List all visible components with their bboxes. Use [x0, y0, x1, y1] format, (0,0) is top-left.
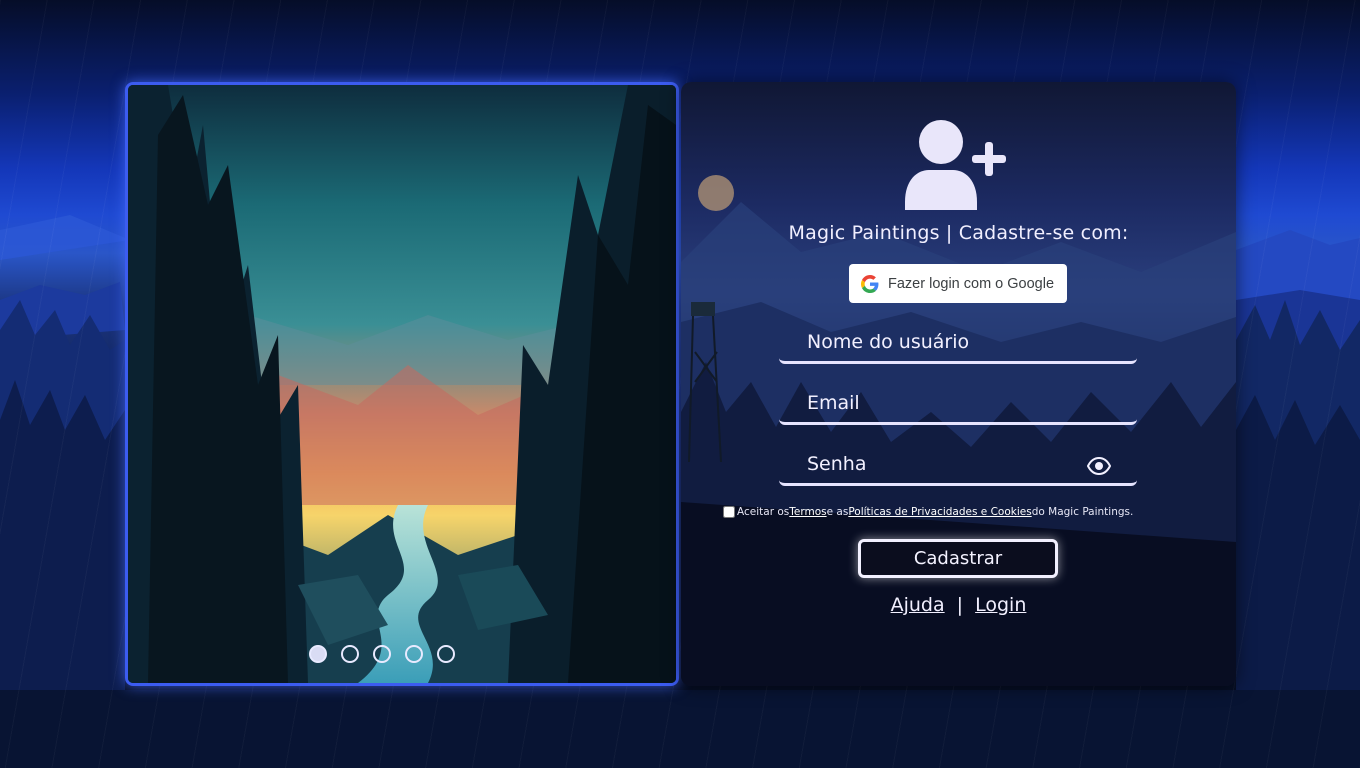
- privacy-link[interactable]: Políticas de Privacidades e Cookies: [848, 506, 1031, 518]
- slide-dot-1[interactable]: [309, 645, 327, 663]
- login-link[interactable]: Login: [975, 594, 1026, 616]
- email-field-wrapper: [779, 383, 1137, 425]
- help-link[interactable]: Ajuda: [891, 594, 945, 616]
- slide-dot-5[interactable]: [437, 645, 455, 663]
- password-input[interactable]: [779, 444, 1137, 483]
- username-input[interactable]: [779, 322, 1137, 361]
- eye-icon[interactable]: [1087, 454, 1111, 478]
- google-login-label: Fazer login com o Google: [888, 275, 1055, 292]
- terms-link[interactable]: Termos: [789, 506, 826, 518]
- slideshow-panel: [125, 82, 679, 686]
- footer-links: Ajuda | Login: [681, 594, 1236, 616]
- slide-dot-4[interactable]: [405, 645, 423, 663]
- terms-prefix: Aceitar os: [737, 506, 790, 518]
- user-plus-icon: [905, 120, 1006, 210]
- username-field-wrapper: [779, 322, 1137, 364]
- password-field-wrapper: [779, 444, 1137, 486]
- slide-dot-3[interactable]: [373, 645, 391, 663]
- signup-panel: Magic Paintings | Cadastre-se com: Fazer…: [681, 82, 1236, 686]
- slideshow-indicators: [128, 645, 676, 663]
- google-g-icon: [861, 274, 879, 293]
- email-input[interactable]: [779, 383, 1137, 422]
- terms-middle: e as: [826, 506, 849, 518]
- terms-agreement: Aceitar os Termos e as Políticas de Priv…: [723, 506, 1133, 518]
- google-login-button[interactable]: Fazer login com o Google: [849, 264, 1067, 303]
- terms-checkbox[interactable]: [723, 506, 735, 518]
- terms-suffix: do Magic Paintings.: [1031, 506, 1134, 518]
- forest-sunset-painting: [128, 85, 676, 683]
- brand-heading: Magic Paintings | Cadastre-se com:: [788, 222, 1129, 244]
- slide-dot-2[interactable]: [341, 645, 359, 663]
- register-button[interactable]: Cadastrar: [858, 539, 1058, 578]
- link-separator: |: [956, 594, 964, 616]
